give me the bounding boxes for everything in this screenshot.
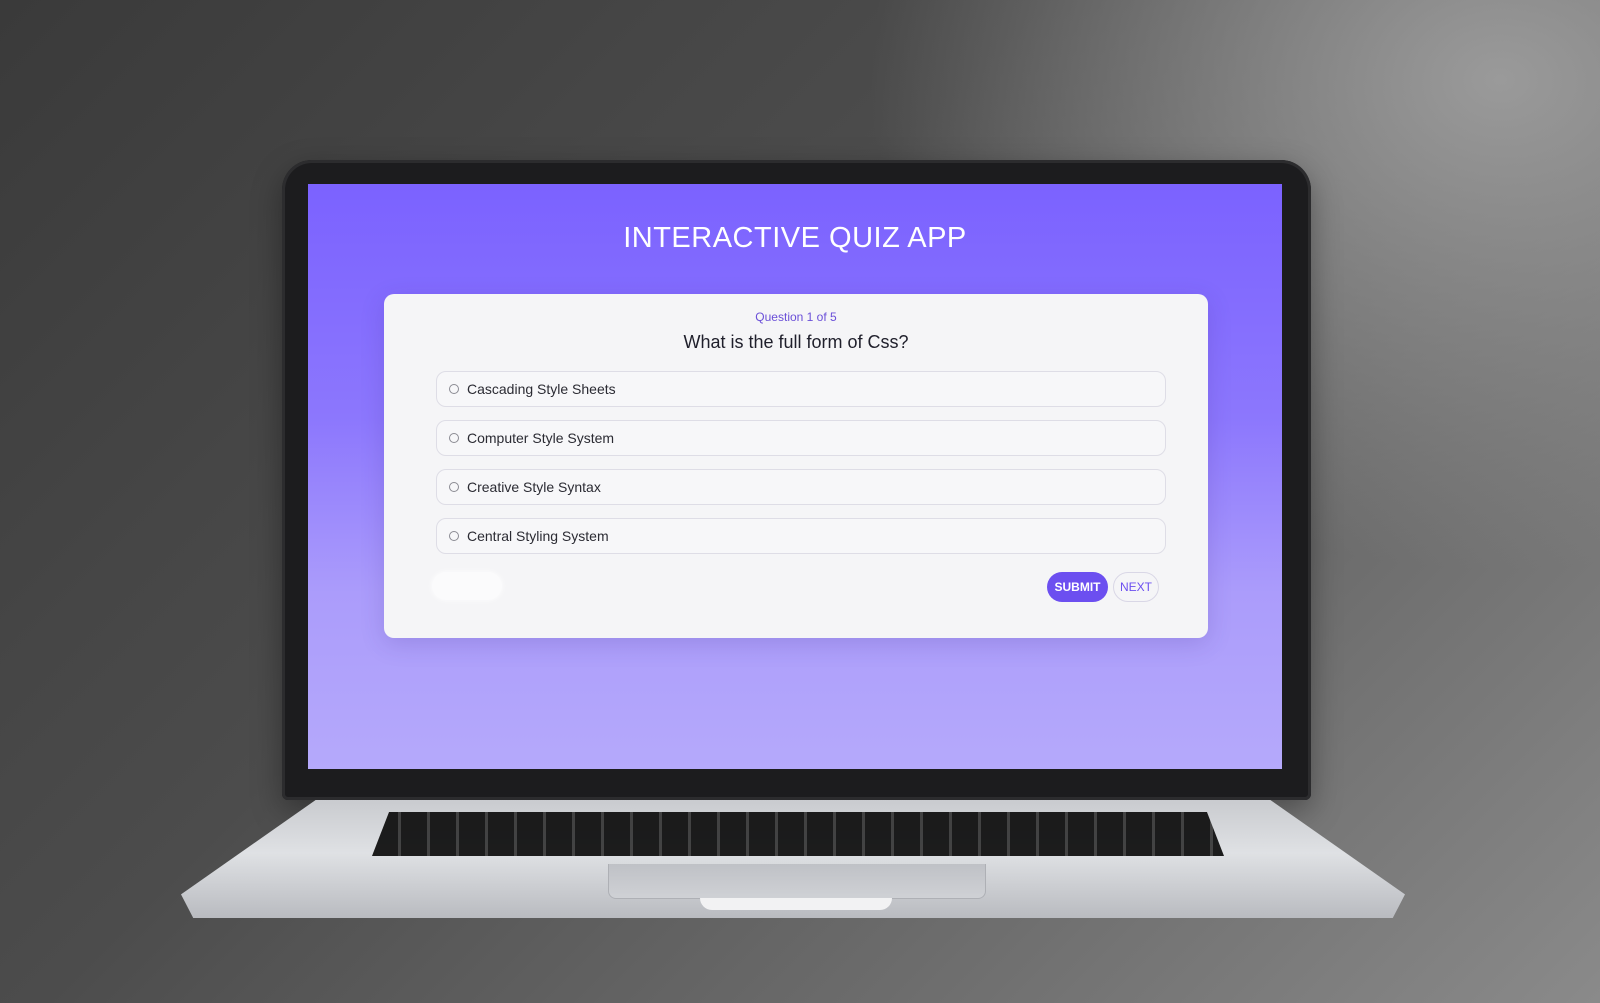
answer-option-label: Cascading Style Sheets [467,381,616,397]
previous-button[interactable] [432,572,502,600]
radio-circle-icon[interactable] [449,531,459,541]
answer-option[interactable]: Creative Style Syntax [436,469,1166,505]
answer-option-label: Central Styling System [467,528,609,544]
question-text: What is the full form of Css? [683,332,909,352]
laptop-lid-notch [700,898,892,910]
app-title: INTERACTIVE QUIZ APP [623,222,967,254]
answer-options: Cascading Style Sheets Computer Style Sy… [436,371,1166,567]
radio-circle-icon[interactable] [449,482,459,492]
answer-option[interactable]: Central Styling System [436,518,1166,554]
submit-button[interactable]: SUBMIT [1047,572,1108,602]
answer-option[interactable]: Cascading Style Sheets [436,371,1166,407]
laptop-trackpad [608,864,986,899]
laptop-keyboard [372,812,1224,856]
radio-circle-icon[interactable] [449,384,459,394]
answer-option-label: Computer Style System [467,430,615,446]
radio-circle-icon[interactable] [449,433,459,443]
answer-option-label: Creative Style Syntax [467,479,601,495]
answer-option[interactable]: Computer Style System [436,420,1166,456]
question-counter: Question 1 of 5 [755,310,837,324]
quiz-app-screen: INTERACTIVE QUIZ APP Question 1 of 5 Wha… [308,184,1282,769]
quiz-card: Question 1 of 5 What is the full form of… [384,294,1208,638]
next-button[interactable]: NEXT [1113,572,1159,602]
